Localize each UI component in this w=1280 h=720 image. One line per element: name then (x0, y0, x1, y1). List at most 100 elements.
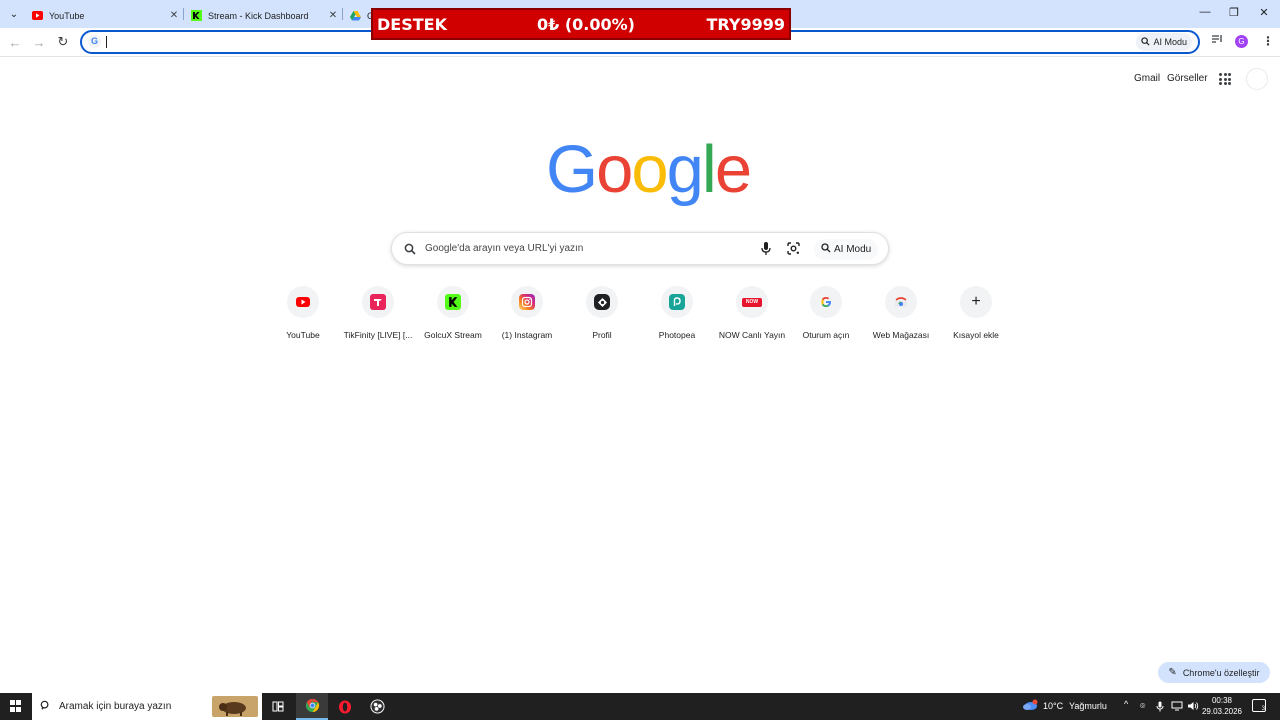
shortcut-photopea[interactable]: Photopea (640, 286, 714, 340)
shortcut-label: Oturum açın (802, 330, 850, 340)
text-caret (106, 36, 107, 48)
tab-youtube[interactable]: YouTube ✕ (26, 3, 181, 28)
account-avatar[interactable] (1246, 68, 1268, 90)
pencil-icon: ✎ (1168, 667, 1177, 678)
shortcut-label: Kısayol ekle (953, 330, 999, 340)
banner-amount: 0₺ (0.00%) (537, 15, 635, 34)
restore-icon[interactable]: ❐ (1226, 6, 1242, 19)
youtube-icon (32, 10, 43, 21)
notification-center-icon[interactable]: 3 (1252, 699, 1266, 712)
task-view-icon[interactable] (262, 693, 294, 720)
windows-taskbar: Aramak için buraya yazın 10°C Yağmurlu ^… (0, 693, 1280, 720)
search-icon (404, 242, 416, 260)
shortcut-label: NOW Canlı Yayın (718, 330, 786, 340)
weather-temperature: 10°C (1043, 701, 1064, 711)
customize-chrome-label: Chrome'u özelleştir (1182, 667, 1260, 678)
taskbar-clock[interactable]: 00:38 29.03.2026 (1198, 695, 1246, 717)
forward-arrow-icon[interactable]: → (30, 33, 48, 51)
reload-icon[interactable]: ↻ (54, 33, 72, 51)
ai-search-icon (1141, 36, 1150, 48)
customize-chrome-button[interactable]: ✎ Chrome'u özelleştir (1158, 662, 1270, 683)
logo-letter: G (546, 132, 598, 207)
close-icon[interactable]: ✕ (326, 10, 340, 21)
banner-goal: TRY9999 (706, 15, 785, 34)
ai-mode-button[interactable]: AI Modu (814, 239, 879, 260)
shortcut-golcux-stream[interactable]: GolcuX Stream (416, 286, 490, 340)
back-arrow-icon[interactable]: ← (6, 33, 24, 51)
logo-letter: e (714, 132, 752, 207)
instagram-icon (519, 294, 535, 310)
ai-mode-label: AI Modu (834, 244, 872, 255)
ai-mode-button[interactable]: AI Modu (1136, 33, 1192, 51)
search-icon (40, 700, 51, 714)
ai-mode-label: AI Modu (1153, 37, 1187, 47)
tab-google-drive[interactable]: Gi (344, 3, 374, 28)
shortcut-web-magazasi[interactable]: Web Mağazası (864, 286, 938, 340)
windows-start-icon[interactable] (10, 700, 22, 712)
plus-icon: + (971, 293, 981, 310)
kick-icon (445, 294, 461, 310)
logo-letter: o (596, 132, 633, 207)
google-icon: G (88, 35, 101, 48)
images-link[interactable]: Görseller (1167, 73, 1208, 84)
minimize-icon[interactable]: — (1197, 6, 1213, 18)
shortcut-instagram[interactable]: (1) Instagram (490, 286, 564, 340)
more-menu-icon[interactable]: ⋮ (1262, 34, 1274, 48)
shortcut-label: Web Mağazası (872, 330, 930, 340)
shortcut-youtube[interactable]: YouTube (266, 286, 340, 340)
banner-support-label: DESTEK (377, 15, 447, 34)
logo-letter: o (631, 132, 668, 207)
apps-grid-icon[interactable] (1219, 73, 1231, 85)
shortcut-now-canli-yayin[interactable]: NOW NOW Canlı Yayın (715, 286, 789, 340)
tab-title: YouTube (49, 10, 85, 21)
profile-avatar-icon[interactable]: G (1235, 35, 1248, 48)
close-icon[interactable]: ✕ (167, 10, 181, 21)
chrome-taskbar-icon[interactable] (296, 693, 328, 720)
logo-letter: g (666, 132, 704, 207)
reading-list-icon[interactable] (1211, 34, 1223, 48)
now-tv-icon: NOW (742, 297, 762, 307)
tab-search-chevron-icon[interactable]: ⌄ (5, 5, 23, 23)
taskbar-search-box[interactable]: Aramak için buraya yazın (32, 693, 262, 720)
meet-now-icon[interactable]: ⌾ (1140, 701, 1145, 712)
kick-icon (191, 10, 202, 21)
shortcut-label: (1) Instagram (501, 330, 553, 340)
gmail-link[interactable]: Gmail (1134, 73, 1160, 84)
tab-separator (183, 8, 184, 20)
shortcut-oturum-acin[interactable]: Oturum açın (789, 286, 863, 340)
tikfinity-icon (370, 294, 386, 310)
shortcut-tiles: YouTube TikFinity [LIVE] [... GolcuX Str… (266, 286, 1014, 346)
notification-count: 3 (1261, 706, 1265, 712)
microphone-icon[interactable] (1156, 701, 1164, 714)
clock-time: 00:38 (1211, 696, 1233, 705)
ai-search-icon (821, 243, 831, 256)
weather-description: Yağmurlu (1069, 701, 1107, 711)
youtube-icon (295, 294, 311, 310)
shortcut-profil[interactable]: Profil (565, 286, 639, 340)
google-lens-icon[interactable] (786, 241, 801, 261)
shortcut-label: YouTube (286, 330, 320, 340)
opera-taskbar-icon[interactable] (329, 693, 361, 720)
network-icon[interactable] (1171, 701, 1183, 713)
logo-letter: l (701, 132, 717, 207)
obs-taskbar-icon[interactable] (361, 693, 393, 720)
google-icon (818, 294, 834, 310)
tab-kick-dashboard[interactable]: Stream - Kick Dashboard ✕ (185, 3, 340, 28)
google-logo: Google (546, 136, 752, 203)
photopea-icon (669, 294, 685, 310)
tab-title: Stream - Kick Dashboard (208, 10, 309, 21)
shortcut-tikfinity[interactable]: TikFinity [LIVE] [... (341, 286, 415, 340)
donation-overlay-banner: DESTEK 0₺ (0.00%) TRY9999 (371, 8, 791, 40)
chevron-up-icon[interactable]: ^ (1124, 699, 1128, 709)
search-highlight-bison-image (212, 696, 258, 717)
clock-date: 29.03.2026 (1201, 707, 1243, 716)
close-window-icon[interactable]: ✕ (1256, 6, 1272, 19)
shortcut-label: TikFinity [LIVE] [... (343, 330, 413, 340)
microphone-icon[interactable] (760, 241, 772, 261)
weather-cloud-icon[interactable] (1022, 699, 1038, 715)
search-box[interactable]: Google'da arayın veya URL'yi yazın AI Mo… (391, 232, 889, 265)
shortcut-label: Profil (592, 330, 612, 340)
search-input[interactable]: Google'da arayın veya URL'yi yazın (425, 243, 583, 254)
taskbar-search-placeholder: Aramak için buraya yazın (59, 701, 172, 712)
shortcut-add[interactable]: + Kısayol ekle (939, 286, 1013, 340)
